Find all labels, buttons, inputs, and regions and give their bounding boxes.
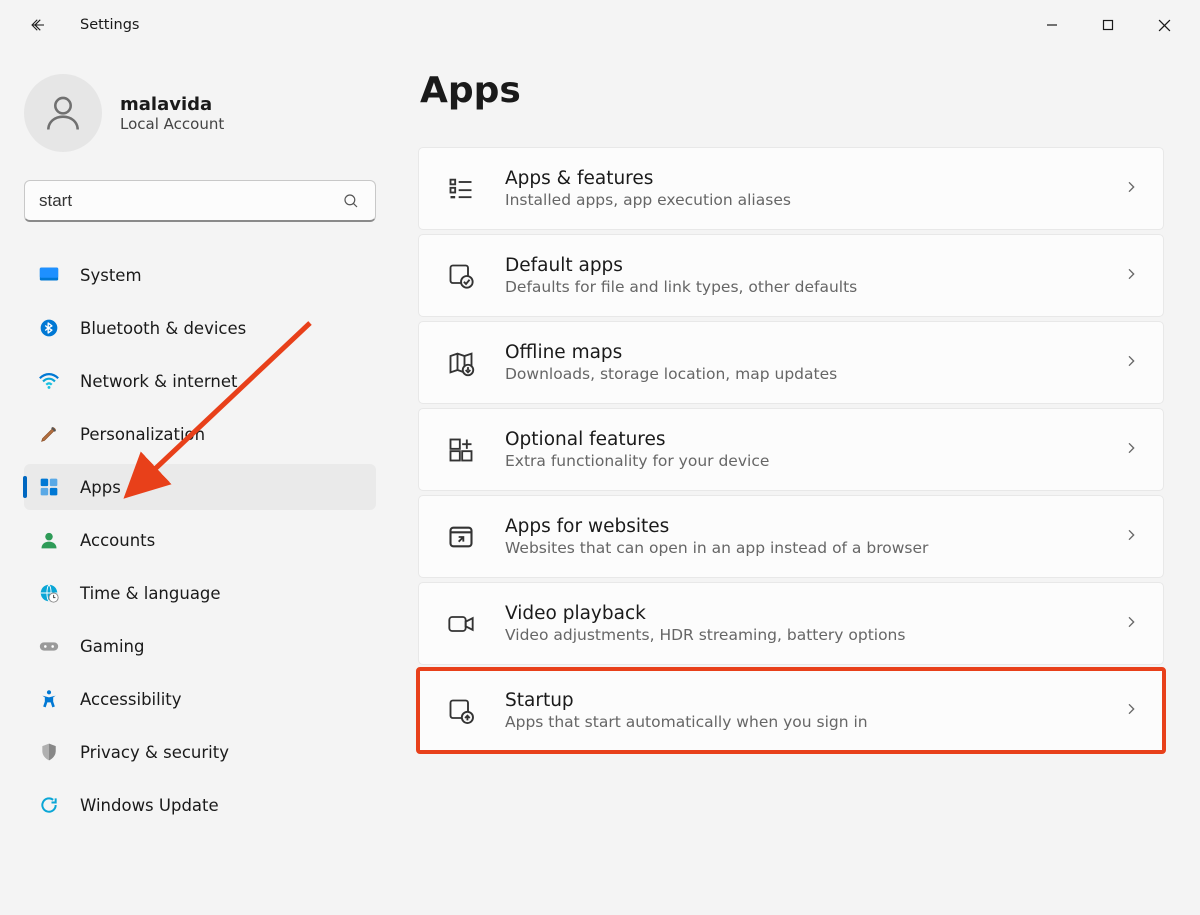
search-box bbox=[24, 180, 376, 222]
close-icon bbox=[1158, 19, 1171, 32]
sidebar-item-gaming[interactable]: Gaming bbox=[24, 623, 376, 669]
sidebar-item-windows-update[interactable]: Windows Update bbox=[24, 782, 376, 828]
search-icon bbox=[342, 192, 360, 210]
card-sub: Extra functionality for your device bbox=[505, 452, 1123, 470]
chevron-right-icon bbox=[1123, 527, 1139, 547]
apps-icon bbox=[38, 476, 60, 498]
sidebar-nav: System Bluetooth & devices Network & int… bbox=[24, 252, 376, 828]
sidebar-item-time-language[interactable]: Time & language bbox=[24, 570, 376, 616]
page-title: Apps bbox=[420, 70, 1164, 111]
chevron-right-icon bbox=[1123, 440, 1139, 460]
sidebar-item-bluetooth[interactable]: Bluetooth & devices bbox=[24, 305, 376, 351]
sidebar-item-system[interactable]: System bbox=[24, 252, 376, 298]
card-title: Startup bbox=[505, 690, 1123, 711]
person-icon bbox=[41, 91, 85, 135]
person-circle-icon bbox=[38, 529, 60, 551]
main-content: Apps Apps & features Installed apps, app… bbox=[400, 50, 1200, 915]
globe-clock-icon bbox=[38, 582, 60, 604]
update-icon bbox=[38, 794, 60, 816]
bluetooth-icon bbox=[38, 317, 60, 339]
video-icon bbox=[443, 610, 479, 638]
sidebar-item-network[interactable]: Network & internet bbox=[24, 358, 376, 404]
map-icon bbox=[443, 349, 479, 377]
card-default-apps[interactable]: Default apps Defaults for file and link … bbox=[418, 234, 1164, 317]
chevron-right-icon bbox=[1123, 266, 1139, 286]
sidebar-item-label: Personalization bbox=[80, 425, 205, 444]
sidebar-item-accounts[interactable]: Accounts bbox=[24, 517, 376, 563]
sidebar-item-label: Accessibility bbox=[80, 690, 182, 709]
card-sub: Websites that can open in an app instead… bbox=[505, 539, 1123, 557]
minimize-icon bbox=[1046, 19, 1058, 31]
list-icon bbox=[443, 175, 479, 203]
back-button[interactable] bbox=[18, 5, 58, 45]
card-sub: Defaults for file and link types, other … bbox=[505, 278, 1123, 296]
sidebar-item-label: Bluetooth & devices bbox=[80, 319, 246, 338]
search-input[interactable] bbox=[24, 180, 376, 222]
search-button[interactable] bbox=[332, 180, 370, 222]
card-sub: Downloads, storage location, map updates bbox=[505, 365, 1123, 383]
chevron-right-icon bbox=[1123, 701, 1139, 721]
card-offline-maps[interactable]: Offline maps Downloads, storage location… bbox=[418, 321, 1164, 404]
card-optional-features[interactable]: Optional features Extra functionality fo… bbox=[418, 408, 1164, 491]
card-title: Default apps bbox=[505, 255, 1123, 276]
card-apps-features[interactable]: Apps & features Installed apps, app exec… bbox=[418, 147, 1164, 230]
profile-sub: Local Account bbox=[120, 115, 224, 133]
default-apps-icon bbox=[443, 262, 479, 290]
card-startup[interactable]: Startup Apps that start automatically wh… bbox=[418, 669, 1164, 752]
window-link-icon bbox=[443, 523, 479, 551]
sidebar-item-accessibility[interactable]: Accessibility bbox=[24, 676, 376, 722]
card-video-playback[interactable]: Video playback Video adjustments, HDR st… bbox=[418, 582, 1164, 665]
card-sub: Video adjustments, HDR streaming, batter… bbox=[505, 626, 1123, 644]
gamepad-icon bbox=[38, 635, 60, 657]
grid-plus-icon bbox=[443, 436, 479, 464]
card-title: Optional features bbox=[505, 429, 1123, 450]
sidebar-item-label: Windows Update bbox=[80, 796, 219, 815]
shield-icon bbox=[38, 741, 60, 763]
monitor-icon bbox=[38, 264, 60, 286]
card-sub: Apps that start automatically when you s… bbox=[505, 713, 1123, 731]
sidebar-item-label: Privacy & security bbox=[80, 743, 229, 762]
card-title: Apps & features bbox=[505, 168, 1123, 189]
window-controls bbox=[1024, 5, 1192, 45]
sidebar-item-label: Apps bbox=[80, 478, 121, 497]
settings-cards: Apps & features Installed apps, app exec… bbox=[418, 147, 1164, 752]
accessibility-icon bbox=[38, 688, 60, 710]
sidebar-item-label: Network & internet bbox=[80, 372, 237, 391]
chevron-right-icon bbox=[1123, 614, 1139, 634]
sidebar: malavida Local Account System Bluetooth … bbox=[0, 50, 400, 915]
profile-name: malavida bbox=[120, 94, 224, 115]
sidebar-item-label: Accounts bbox=[80, 531, 155, 550]
minimize-button[interactable] bbox=[1024, 5, 1080, 45]
profile-block[interactable]: malavida Local Account bbox=[24, 74, 376, 180]
close-button[interactable] bbox=[1136, 5, 1192, 45]
wifi-icon bbox=[38, 370, 60, 392]
sidebar-item-apps[interactable]: Apps bbox=[24, 464, 376, 510]
startup-icon bbox=[443, 697, 479, 725]
chevron-right-icon bbox=[1123, 179, 1139, 199]
sidebar-item-label: Gaming bbox=[80, 637, 145, 656]
maximize-button[interactable] bbox=[1080, 5, 1136, 45]
sidebar-item-privacy[interactable]: Privacy & security bbox=[24, 729, 376, 775]
chevron-right-icon bbox=[1123, 353, 1139, 373]
sidebar-item-label: Time & language bbox=[80, 584, 221, 603]
paintbrush-icon bbox=[38, 423, 60, 445]
card-title: Offline maps bbox=[505, 342, 1123, 363]
sidebar-item-label: System bbox=[80, 266, 142, 285]
sidebar-item-personalization[interactable]: Personalization bbox=[24, 411, 376, 457]
card-title: Apps for websites bbox=[505, 516, 1123, 537]
titlebar: Settings bbox=[0, 0, 1200, 50]
card-sub: Installed apps, app execution aliases bbox=[505, 191, 1123, 209]
card-title: Video playback bbox=[505, 603, 1123, 624]
avatar bbox=[24, 74, 102, 152]
app-title: Settings bbox=[80, 17, 139, 33]
card-apps-for-websites[interactable]: Apps for websites Websites that can open… bbox=[418, 495, 1164, 578]
maximize-icon bbox=[1102, 19, 1114, 31]
